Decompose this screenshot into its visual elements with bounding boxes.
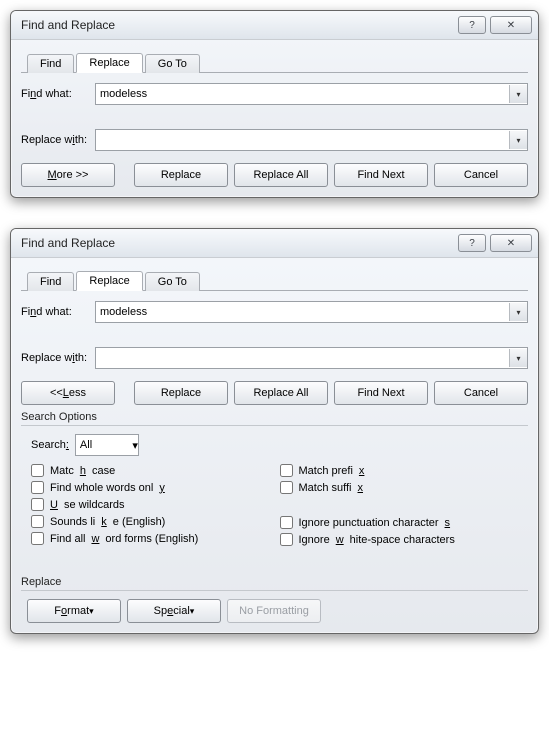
options-grid: Match case Find whole words only Use wil… <box>31 464 528 546</box>
replace-with-combo[interactable]: ▾ <box>95 129 528 151</box>
replace-with-input[interactable] <box>96 131 509 149</box>
find-what-row: Find what: ▾ <box>21 301 528 323</box>
help-button[interactable]: ? <box>458 234 486 252</box>
window-buttons: ? ✕ <box>458 234 532 252</box>
search-direction-value: All <box>76 439 132 451</box>
options-left-column: Match case Find whole words only Use wil… <box>31 464 280 546</box>
find-what-combo[interactable]: ▾ <box>95 301 528 323</box>
format-button[interactable]: Format <box>27 599 121 623</box>
close-button[interactable]: ✕ <box>490 234 532 252</box>
close-button[interactable]: ✕ <box>490 16 532 34</box>
replace-section: Replace Format Special No Formatting <box>21 574 528 623</box>
replace-with-row: Replace with: ▾ <box>21 129 528 151</box>
word-forms-checkbox[interactable]: Find all word forms (English) <box>31 532 280 545</box>
separator <box>21 590 528 591</box>
ignore-punctuation-checkbox[interactable]: Ignore punctuation characters <box>280 516 529 529</box>
format-button-row: Format Special No Formatting <box>27 599 528 623</box>
separator <box>21 425 528 426</box>
find-next-button[interactable]: Find Next <box>334 163 428 187</box>
search-direction-dropdown-button[interactable]: ▾ <box>132 439 138 452</box>
tab-goto[interactable]: Go To <box>145 272 200 291</box>
button-row: More >> Replace Replace All Find Next Ca… <box>21 163 528 187</box>
options-right-column: Match prefix Match suffix Ignore punctua… <box>280 464 529 546</box>
sounds-like-checkbox[interactable]: Sounds like (English) <box>31 515 280 528</box>
dialog-title: Find and Replace <box>21 18 115 32</box>
find-what-input[interactable] <box>96 85 509 103</box>
find-what-label: Find what: <box>21 306 95 318</box>
titlebar[interactable]: Find and Replace ? ✕ <box>11 11 538 40</box>
tab-replace[interactable]: Replace <box>76 53 142 73</box>
replace-with-dropdown-button[interactable]: ▾ <box>509 349 527 367</box>
find-what-combo[interactable]: ▾ <box>95 83 528 105</box>
titlebar[interactable]: Find and Replace ? ✕ <box>11 229 538 258</box>
no-formatting-button: No Formatting <box>227 599 321 623</box>
find-what-dropdown-button[interactable]: ▾ <box>509 85 527 103</box>
replace-with-dropdown-button[interactable]: ▾ <box>509 131 527 149</box>
whole-words-checkbox[interactable]: Find whole words only <box>31 481 280 494</box>
more-button[interactable]: More >> <box>21 163 115 187</box>
replace-button[interactable]: Replace <box>134 381 228 405</box>
search-direction-combo[interactable]: All ▾ <box>75 434 139 456</box>
cancel-button[interactable]: Cancel <box>434 163 528 187</box>
replace-button[interactable]: Replace <box>134 163 228 187</box>
find-next-button[interactable]: Find Next <box>334 381 428 405</box>
wildcards-checkbox[interactable]: Use wildcards <box>31 498 280 511</box>
search-label: Search: <box>31 439 69 451</box>
search-direction-row: Search: All ▾ <box>31 434 528 456</box>
find-replace-dialog-collapsed: Find and Replace ? ✕ Find Replace Go To … <box>10 10 539 198</box>
replace-all-button[interactable]: Replace All <box>234 381 328 405</box>
match-suffix-checkbox[interactable]: Match suffix <box>280 481 529 494</box>
tab-goto[interactable]: Go To <box>145 54 200 73</box>
find-what-row: Find what: ▾ <box>21 83 528 105</box>
ignore-whitespace-checkbox[interactable]: Ignore white-space characters <box>280 533 529 546</box>
button-row: << Less Replace Replace All Find Next Ca… <box>21 381 528 405</box>
match-prefix-checkbox[interactable]: Match prefix <box>280 464 529 477</box>
find-replace-dialog-expanded: Find and Replace ? ✕ Find Replace Go To … <box>10 228 539 634</box>
tab-replace[interactable]: Replace <box>76 271 142 291</box>
tabstrip: Find Replace Go To <box>21 266 528 291</box>
tab-find[interactable]: Find <box>27 54 74 73</box>
replace-with-label: Replace with: <box>21 352 95 364</box>
dialog-title: Find and Replace <box>21 236 115 250</box>
special-button[interactable]: Special <box>127 599 221 623</box>
match-case-checkbox[interactable]: Match case <box>31 464 280 477</box>
find-what-label: Find what: <box>21 88 95 100</box>
find-what-input[interactable] <box>96 303 509 321</box>
cancel-button[interactable]: Cancel <box>434 381 528 405</box>
replace-section-label: Replace <box>21 574 528 588</box>
find-what-dropdown-button[interactable]: ▾ <box>509 303 527 321</box>
window-buttons: ? ✕ <box>458 16 532 34</box>
search-options-label: Search Options <box>21 409 528 423</box>
dialog-content: Find Replace Go To Find what: ▾ Replace … <box>11 258 538 633</box>
tabstrip: Find Replace Go To <box>21 48 528 73</box>
less-button[interactable]: << Less <box>21 381 115 405</box>
help-button[interactable]: ? <box>458 16 486 34</box>
dialog-content: Find Replace Go To Find what: ▾ Replace … <box>11 40 538 197</box>
replace-with-combo[interactable]: ▾ <box>95 347 528 369</box>
replace-with-input[interactable] <box>96 349 509 367</box>
replace-all-button[interactable]: Replace All <box>234 163 328 187</box>
tab-find[interactable]: Find <box>27 272 74 291</box>
replace-with-row: Replace with: ▾ <box>21 347 528 369</box>
replace-with-label: Replace with: <box>21 134 95 146</box>
